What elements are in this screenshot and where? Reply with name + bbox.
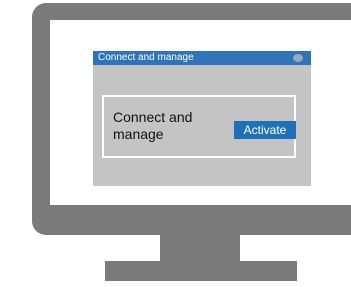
activate-button[interactable]: Activate [234,121,296,139]
connect-panel: Connect and manage Activate [102,95,296,158]
dot-icon[interactable] [293,54,303,62]
monitor-illustration: Connect and manage Connect and manage Ac… [0,0,351,287]
panel-text: Connect and manage [113,109,193,142]
monitor-stand-base [105,261,297,281]
monitor-stand-neck [160,235,240,261]
title-bar: Connect and manage [93,51,311,65]
app-window: Connect and manage Connect and manage Ac… [93,51,311,186]
window-title: Connect and manage [98,52,194,63]
